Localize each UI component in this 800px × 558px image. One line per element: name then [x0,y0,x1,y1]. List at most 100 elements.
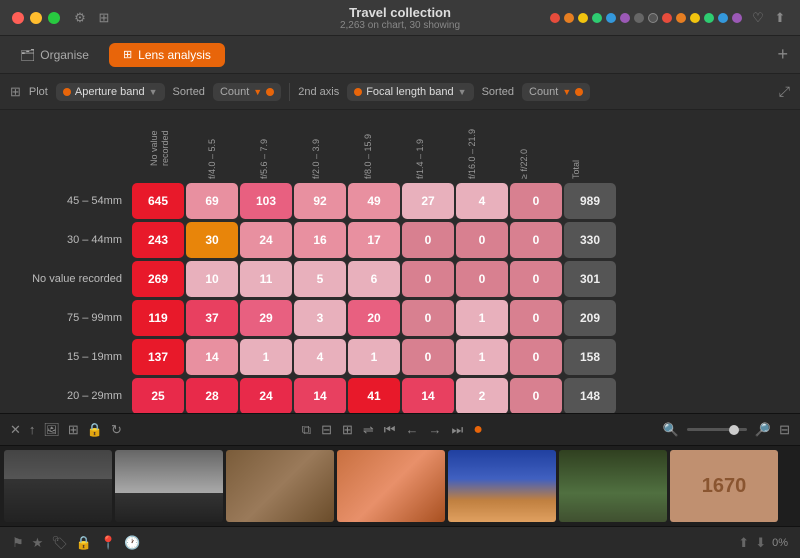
color-red2[interactable] [662,13,672,23]
matrix-cell[interactable]: 30 [186,222,238,258]
close-strip-icon[interactable]: ✕ [10,422,21,438]
photo-thumbnail[interactable] [448,450,556,522]
export-icon[interactable]: ⬇ [755,535,766,551]
grid-icon[interactable]: ⊞ [10,84,21,100]
matrix-cell[interactable]: 14 [294,378,346,413]
grid-alt-icon[interactable]: ⊟ [321,422,332,438]
matrix-cell[interactable]: 41 [348,378,400,413]
matrix-cell[interactable]: 0 [510,183,562,219]
matrix-cell[interactable]: 4 [456,183,508,219]
matrix-cell[interactable]: 5 [294,261,346,297]
matrix-cell[interactable]: 209 [564,300,616,336]
close-button[interactable] [12,12,24,24]
lens-analysis-button[interactable]: ⊞ Lens analysis [109,43,225,67]
color-red[interactable] [550,13,560,23]
shuffle-icon[interactable]: ⇌ [363,422,374,438]
color-none[interactable] [648,13,658,23]
matrix-cell[interactable]: 37 [186,300,238,336]
sort2-select[interactable]: Count ▼ [522,83,590,101]
color-orange[interactable] [564,13,574,23]
matrix-cell[interactable]: 29 [240,300,292,336]
photo-thumbnail[interactable] [115,450,223,522]
matrix-cell[interactable]: 137 [132,339,184,375]
y-axis-select[interactable]: Focal length band ▼ [347,83,473,101]
location-icon[interactable]: 📍 [100,535,116,551]
clock-icon[interactable]: 🕐 [124,535,140,551]
matrix-cell[interactable]: 49 [348,183,400,219]
label-icon[interactable]: 🏷 [51,535,68,551]
x-axis-select[interactable]: Aperture band ▼ [56,83,165,101]
color-yellow[interactable] [578,13,588,23]
lock-status-icon[interactable]: 🔒 [76,535,92,551]
matrix-cell[interactable]: 0 [510,261,562,297]
matrix-cell[interactable]: 0 [510,378,562,413]
grid-small2-icon[interactable]: ⊟ [779,422,790,438]
matrix-cell[interactable]: 11 [240,261,292,297]
matrix-cell[interactable]: 0 [402,300,454,336]
color-blue[interactable] [606,13,616,23]
matrix-cell[interactable]: 2 [456,378,508,413]
expand-icon[interactable]: ⤢ [779,83,790,100]
matrix-cell[interactable]: 0 [456,261,508,297]
matrix-cell[interactable]: 0 [402,222,454,258]
color-gray[interactable] [634,13,644,23]
matrix-cell[interactable]: 69 [186,183,238,219]
sort-select[interactable]: Count ▼ [213,83,281,101]
photo-thumbnail[interactable]: 1670 [670,450,778,522]
matrix-cell[interactable]: 16 [294,222,346,258]
matrix-cell[interactable]: 0 [510,300,562,336]
color-blue2[interactable] [718,13,728,23]
star-icon[interactable]: ★ [32,535,44,551]
share-status-icon[interactable]: ⬆ [738,535,749,551]
matrix-cell[interactable]: 0 [456,222,508,258]
matrix-cell[interactable]: 0 [510,339,562,375]
matrix-cell[interactable]: 103 [240,183,292,219]
matrix-cell[interactable]: 269 [132,261,184,297]
skip-start-icon[interactable]: ⏮ [384,422,396,438]
organise-button[interactable]: 🗂 Organise [12,44,97,66]
color-purple[interactable] [620,13,630,23]
matrix-cell[interactable]: 24 [240,222,292,258]
play-icon[interactable]: ● [473,421,483,439]
matrix-cell[interactable]: 1 [240,339,292,375]
color-green2[interactable] [704,13,714,23]
zoom-out-icon[interactable]: 🔍 [663,422,679,438]
matrix-cell[interactable]: 0 [402,261,454,297]
matrix-cell[interactable]: 24 [240,378,292,413]
zoom-in-icon[interactable]: 🔎 [755,422,771,438]
color-purple2[interactable] [732,13,742,23]
matrix-cell[interactable]: 645 [132,183,184,219]
photo-thumbnail[interactable] [4,450,112,522]
image-icon[interactable]: 🖼 [43,422,60,438]
matrix-cell[interactable]: 158 [564,339,616,375]
matrix-cell[interactable]: 10 [186,261,238,297]
matrix-cell[interactable]: 6 [348,261,400,297]
matrix-cell[interactable]: 1 [348,339,400,375]
flag-icon[interactable]: ⚑ [12,535,24,551]
matrix-cell[interactable]: 989 [564,183,616,219]
rotation-icon[interactable]: ↻ [111,422,122,438]
matrix-cell[interactable]: 17 [348,222,400,258]
zoom-slider[interactable] [687,428,747,431]
matrix-cell[interactable]: 301 [564,261,616,297]
matrix-cell[interactable]: 14 [186,339,238,375]
matrix-cell[interactable]: 330 [564,222,616,258]
matrix-cell[interactable]: 1 [456,339,508,375]
color-green[interactable] [592,13,602,23]
matrix-cell[interactable]: 243 [132,222,184,258]
matrix-cell[interactable]: 0 [402,339,454,375]
skip-end-icon[interactable]: ⏭ [451,422,463,438]
matrix-cell[interactable]: 92 [294,183,346,219]
arrow-right-icon[interactable]: → [428,422,441,437]
matrix-cell[interactable]: 27 [402,183,454,219]
add-panel-button[interactable]: + [777,44,788,65]
color-orange2[interactable] [676,13,686,23]
heart-icon[interactable]: ♡ [750,10,766,26]
stack-icon[interactable]: ⊞ [96,10,112,26]
arrow-left-icon[interactable]: ← [405,422,418,437]
matrix-cell[interactable]: 20 [348,300,400,336]
sort-icon[interactable]: ↑ [29,422,36,437]
color-yellow2[interactable] [690,13,700,23]
lock-icon[interactable]: 🔒 [87,422,103,438]
grid-view-icon[interactable]: ⊞ [342,422,353,438]
